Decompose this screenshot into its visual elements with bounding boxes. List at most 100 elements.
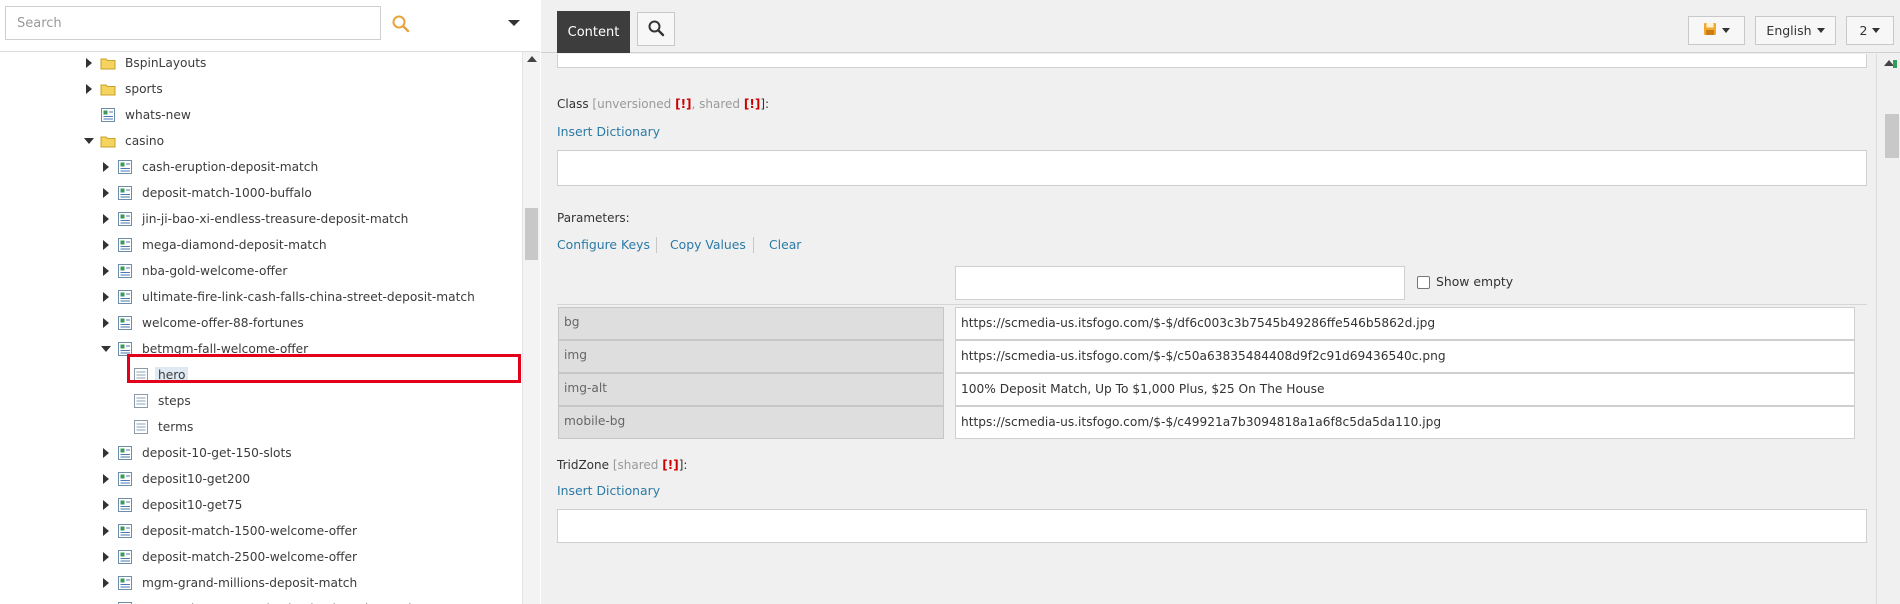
editor-scrollbar[interactable] [1876, 54, 1900, 604]
field-meta-close: ]: [678, 458, 688, 472]
tree-item[interactable]: whats-new [84, 102, 194, 128]
expand-arrow-right-icon[interactable] [101, 448, 111, 458]
save-icon [1703, 22, 1717, 39]
tree-item[interactable]: casino [84, 128, 167, 154]
folder-icon [100, 55, 116, 71]
tree-item-label: deposit-match-2500-welcome-offer [142, 550, 358, 564]
expand-arrow-right-icon[interactable] [101, 318, 111, 328]
field-name: TridZone [557, 458, 610, 472]
class-insert-dictionary-link[interactable]: Insert Dictionary [557, 124, 660, 139]
configure-keys-link[interactable]: Configure Keys [557, 237, 650, 252]
tab-search[interactable] [637, 12, 675, 46]
tree-scroll-thumb[interactable] [525, 208, 538, 260]
tree-item[interactable]: welcome-offer-88-fortunes [101, 310, 307, 336]
tree-item[interactable]: jin-ji-bao-xi-endless-treasure-deposit-m… [101, 206, 411, 232]
language-dropdown[interactable]: English [1755, 16, 1836, 45]
expand-arrow-right-icon[interactable] [101, 292, 111, 302]
tree-item-label: deposit10-get75 [142, 498, 243, 512]
tree-item-label: welcome-offer-88-fortunes [142, 316, 304, 330]
tree-item[interactable]: betmgm-fall-welcome-offer [101, 336, 311, 362]
tree-item[interactable]: deposit-match-1000-buffalo [101, 180, 315, 206]
tree-item-label: deposit10-get200 [142, 472, 251, 486]
warning-marker: [!] [743, 97, 761, 111]
field-meta-close: ]: [760, 97, 770, 111]
tree-item[interactable]: deposit-match-2500-welcome-offer [101, 544, 360, 570]
search-icon [647, 19, 665, 40]
page-icon [117, 263, 133, 279]
tree-item-label: mgm-grand-millions-deposit-match [142, 576, 358, 590]
page-icon [117, 523, 133, 539]
expand-arrow-right-icon[interactable] [101, 526, 111, 536]
tree-item[interactable]: deposit10-get75 [101, 492, 245, 518]
tree-item-label: betmgm-fall-welcome-offer [142, 342, 309, 356]
page-icon [117, 237, 133, 253]
field-meta: [shared [!] [612, 458, 679, 472]
tab-content[interactable]: Content [557, 11, 630, 53]
scroll-up-arrow-icon[interactable] [527, 56, 537, 62]
version-dropdown[interactable]: 2 [1846, 16, 1894, 45]
tree-item-label: jin-ji-bao-xi-endless-treasure-deposit-m… [142, 212, 409, 226]
expand-arrow-right-icon[interactable] [101, 214, 111, 224]
tree-item-label: deposit-10-get-150-slots [142, 446, 292, 460]
tree-item[interactable]: deposit-10-get-150-slots [101, 440, 295, 466]
tree-item[interactable]: mgm-grand-millions-deposit-match [101, 570, 360, 596]
expand-arrow-right-icon[interactable] [101, 500, 111, 510]
expand-arrow-right-icon[interactable] [101, 474, 111, 484]
page-icon [117, 445, 133, 461]
key-filter-input[interactable] [955, 266, 1405, 300]
tree-scrollbar[interactable] [522, 52, 540, 604]
tree-item-label: BspinLayouts [125, 56, 207, 70]
expand-arrow-right-icon[interactable] [101, 162, 111, 172]
tree-item[interactable]: sports [84, 76, 166, 102]
page-icon [117, 185, 133, 201]
content-tree: BspinLayouts sports whats-new casino cash-er… [0, 52, 520, 604]
tree-item[interactable]: nba-gold-welcome-offer [101, 258, 290, 284]
parameter-value-input[interactable]: https://scmedia-us.itsfogo.com/$-$/c50a6… [955, 340, 1855, 373]
clear-link[interactable]: Clear [769, 237, 801, 252]
parameter-key: img-alt [558, 373, 944, 406]
save-dropdown-button[interactable] [1688, 16, 1745, 45]
parameter-value-input[interactable]: 100% Deposit Match, Up To $1,000 Plus, $… [955, 373, 1855, 406]
tree-item[interactable]: deposit-match-1500-welcome-offer [101, 518, 360, 544]
editor-scroll-thumb[interactable] [1885, 114, 1899, 158]
page-icon [117, 289, 133, 305]
tridzone-input[interactable] [557, 509, 1867, 543]
tree-item[interactable]: mega-diamond-deposit-match [101, 232, 330, 258]
tridzone-insert-dictionary-link[interactable]: Insert Dictionary [557, 483, 660, 498]
expand-arrow-down-icon[interactable] [84, 136, 94, 146]
expand-arrow-right-icon[interactable] [101, 240, 111, 250]
chevron-down-icon [1722, 28, 1730, 33]
parameter-value-input[interactable]: https://scmedia-us.itsfogo.com/$-$/c4992… [955, 406, 1855, 439]
tree-item[interactable]: new-york-rangers-prize-bucks-deposit-mat… [101, 596, 419, 604]
class-input[interactable] [557, 150, 1867, 186]
link-separator [656, 237, 657, 253]
search-input[interactable] [5, 6, 381, 40]
expand-arrow-right-icon[interactable] [101, 266, 111, 276]
show-empty-checkbox[interactable] [1417, 276, 1430, 289]
tree-item[interactable]: cash-eruption-deposit-match [101, 154, 321, 180]
previous-field-box[interactable] [557, 54, 1867, 68]
tree-item[interactable]: terms [117, 414, 196, 440]
template-icon [133, 367, 149, 383]
expand-arrow-right-icon[interactable] [84, 84, 94, 94]
tree-item[interactable]: ultimate-fire-link-cash-falls-china-stre… [101, 284, 478, 310]
parameter-key: bg [558, 307, 944, 340]
tree-item[interactable]: hero [117, 362, 189, 388]
expand-arrow-right-icon[interactable] [101, 578, 111, 588]
expand-arrow-right-icon[interactable] [101, 188, 111, 198]
template-icon [133, 419, 149, 435]
expand-arrow-down-icon[interactable] [101, 344, 111, 354]
copy-values-link[interactable]: Copy Values [670, 237, 746, 252]
expand-arrow-right-icon[interactable] [84, 58, 94, 68]
parameter-value-input[interactable]: https://scmedia-us.itsfogo.com/$-$/df6c0… [955, 307, 1855, 340]
tree-item[interactable]: deposit10-get200 [101, 466, 253, 492]
expand-arrow-right-icon[interactable] [101, 552, 111, 562]
show-empty-label: Show empty [1436, 274, 1514, 289]
tree-item[interactable]: BspinLayouts [84, 52, 209, 76]
class-field-label: Class [unversioned [!], shared [!]]: [557, 97, 769, 111]
search-icon[interactable] [390, 13, 412, 35]
chevron-down-icon[interactable] [505, 16, 523, 30]
page-icon [117, 315, 133, 331]
tree-item-label: casino [125, 134, 165, 148]
tree-item[interactable]: steps [117, 388, 194, 414]
